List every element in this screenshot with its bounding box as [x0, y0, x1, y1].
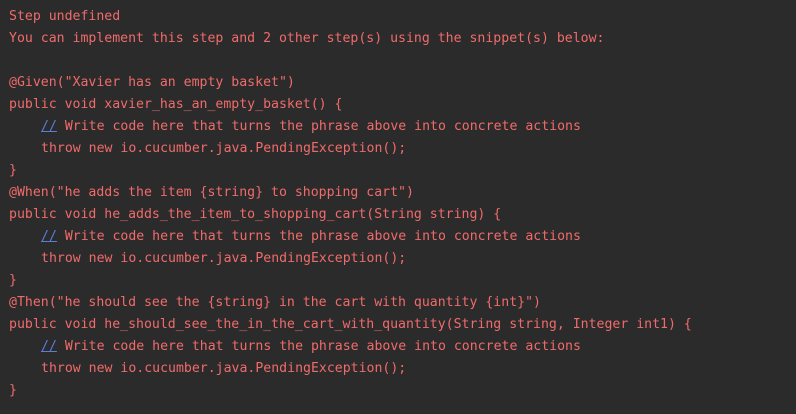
- comment-marker[interactable]: //: [41, 339, 57, 354]
- snippet-given-throw-line: throw new io.cucumber.java.PendingExcept…: [9, 138, 796, 160]
- snippet-given-signature: public void xavier_has_an_empty_basket()…: [9, 97, 343, 112]
- snippet-then-throw-line: throw new io.cucumber.java.PendingExcept…: [9, 358, 796, 380]
- console-output: Step undefined You can implement this st…: [0, 0, 796, 414]
- comment-marker[interactable]: //: [41, 119, 57, 134]
- snippet-when-annotation: @When("he adds the item {string} to shop…: [9, 185, 414, 200]
- snippet-given-annotation: @Given("Xavier has an empty basket"): [9, 75, 295, 90]
- comment-text: Write code here that turns the phrase ab…: [56, 339, 581, 354]
- snippet-then-comment-line: // Write code here that turns the phrase…: [9, 336, 796, 358]
- snippet-when-signature: public void he_adds_the_item_to_shopping…: [9, 207, 502, 222]
- comment-marker[interactable]: //: [41, 229, 57, 244]
- throw-statement: throw new io.cucumber.java.PendingExcept…: [41, 361, 407, 376]
- comment-text: Write code here that turns the phrase ab…: [56, 119, 581, 134]
- snippet-then-signature: public void he_should_see_the_in_the_car…: [9, 317, 692, 332]
- snippet-given-close: }: [9, 163, 17, 178]
- console-line-implement-hint: You can implement this step and 2 other …: [9, 31, 605, 46]
- throw-statement: throw new io.cucumber.java.PendingExcept…: [41, 251, 407, 266]
- snippet-then-close: }: [9, 383, 17, 398]
- console-line-step-undefined: Step undefined: [9, 9, 121, 24]
- snippet-then-annotation: @Then("he should see the {string} in the…: [9, 295, 541, 310]
- snippet-when-throw-line: throw new io.cucumber.java.PendingExcept…: [9, 248, 796, 270]
- snippet-when-close: }: [9, 273, 17, 288]
- comment-text: Write code here that turns the phrase ab…: [56, 229, 581, 244]
- throw-statement: throw new io.cucumber.java.PendingExcept…: [41, 141, 407, 156]
- snippet-when-comment-line: // Write code here that turns the phrase…: [9, 226, 796, 248]
- snippet-given-comment-line: // Write code here that turns the phrase…: [9, 116, 796, 138]
